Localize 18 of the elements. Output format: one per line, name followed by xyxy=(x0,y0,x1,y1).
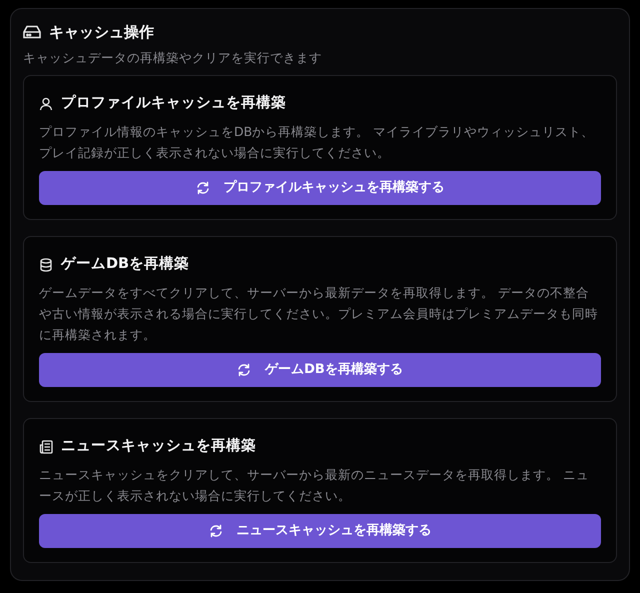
database-icon xyxy=(39,258,53,272)
hard-drive-icon xyxy=(23,25,41,40)
card-description: プロファイル情報のキャッシュをDBから再構築します。 マイライブラリやウィッシュリスト、プレイ記録が正しく表示されない場合に実行してください。 xyxy=(39,123,596,162)
rebuild-button[interactable]: ニュースキャッシュを再構築する xyxy=(39,514,601,548)
refresh-icon xyxy=(196,181,210,195)
card-title: ゲームDBを再構築 xyxy=(61,254,190,274)
person-icon xyxy=(39,97,53,112)
newspaper-icon xyxy=(39,440,53,454)
card-description: ゲームデータをすべてクリアして、サーバーから最新データを再取得します。 データの不整合や古い情報が表示される場合に実行してください。プレミアム会員時はプレミアムデータも同時に再構築されます。 xyxy=(39,284,599,344)
rebuild-button[interactable]: プロファイルキャッシュを再構築する xyxy=(39,171,601,205)
refresh-icon xyxy=(208,524,222,538)
card-title: プロファイルキャッシュを再構築 xyxy=(61,94,286,114)
panel-subtitle: キャッシュデータの再構築やクリアを実行できます xyxy=(23,48,323,66)
card-title: ニュースキャッシュを再構築 xyxy=(61,436,256,456)
card-description: ニュースキャッシュをクリアして、サーバーから最新のニュースデータを再取得します。 ニュースが正しく表示されない場合に実行してください。 xyxy=(39,466,590,504)
refresh-icon xyxy=(237,362,252,377)
panel-title: キャッシュ操作 xyxy=(49,22,154,43)
rebuild-button[interactable]: ゲームDBを再構築する xyxy=(39,352,601,387)
